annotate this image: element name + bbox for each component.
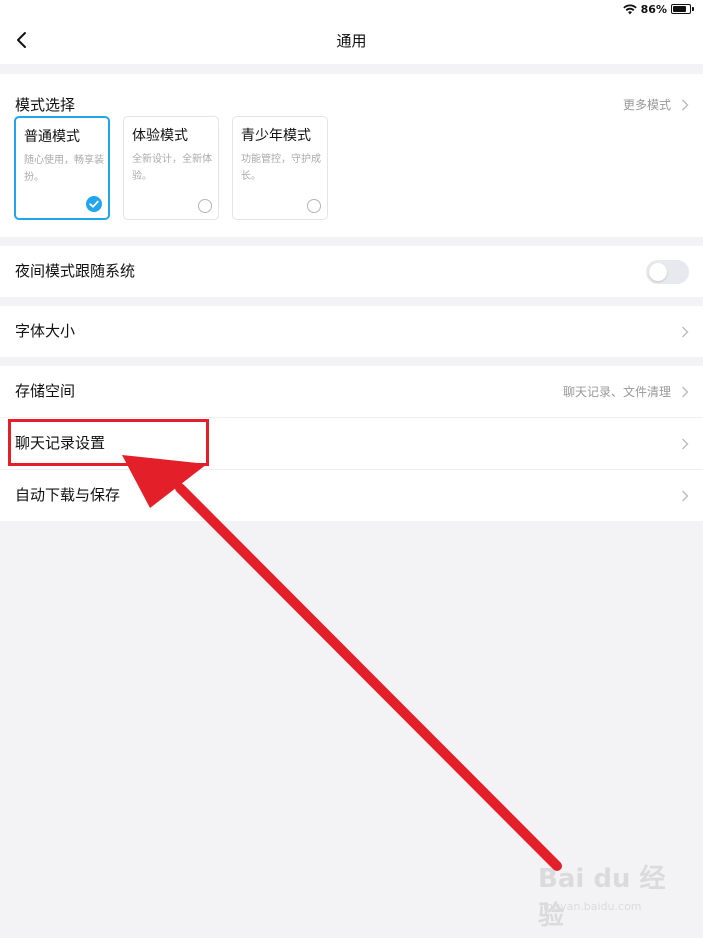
storage-value: 聊天记录、文件清理: [562, 385, 671, 399]
status-bar: 86%: [0, 0, 703, 18]
radio-checked-icon: [86, 196, 102, 212]
watermark-logo: Bai du 经验: [538, 864, 666, 931]
chevron-right-icon: [682, 386, 689, 397]
chevron-right-icon: [682, 99, 689, 110]
auto-download-row[interactable]: 自动下载与保存: [0, 470, 703, 521]
mode-card-normal[interactable]: 普通模式 随心使用，畅享装扮。: [14, 116, 110, 220]
nav-bar: 通用: [0, 18, 703, 64]
watermark-url: jingyan.baidu.com: [540, 900, 642, 913]
mode-name: 普通模式: [24, 129, 80, 145]
page-title: 通用: [336, 32, 367, 50]
mode-card-experience[interactable]: 体验模式 全新设计，全新体验。: [123, 116, 219, 220]
annotation-highlight-box: [8, 419, 209, 466]
radio-unchecked-icon: [307, 199, 321, 213]
mode-card-teen[interactable]: 青少年模式 功能管控，守护成长。: [232, 116, 328, 220]
font-size-row[interactable]: 字体大小: [0, 306, 703, 357]
mode-desc: 全新设计，全新体验。: [132, 154, 212, 182]
chevron-right-icon: [682, 326, 689, 337]
wifi-icon: [622, 3, 637, 14]
battery-percent: 86%: [640, 2, 667, 16]
night-mode-toggle[interactable]: [646, 260, 689, 284]
chat-history-right: [681, 418, 689, 469]
battery-fill: [673, 6, 686, 12]
more-modes-label: 更多模式: [622, 98, 671, 112]
more-modes-link[interactable]: 更多模式: [623, 96, 689, 113]
storage-row[interactable]: 存储空间 聊天记录、文件清理: [0, 366, 703, 417]
watermark: Bai du 经验 jingyan.baidu.com: [538, 858, 678, 931]
font-size-label: 字体大小: [15, 322, 76, 340]
auto-download-label: 自动下载与保存: [15, 486, 121, 504]
storage-right: 聊天记录、文件清理: [563, 366, 689, 417]
battery-icon: [671, 4, 694, 14]
chevron-right-icon: [682, 438, 689, 449]
mode-name: 青少年模式: [241, 128, 311, 144]
mode-section-title: 模式选择: [15, 96, 76, 114]
mode-desc: 随心使用，畅享装扮。: [24, 155, 104, 183]
night-mode-row: 夜间模式跟随系统: [0, 246, 703, 297]
mode-name: 体验模式: [132, 128, 188, 144]
annotation-arrow-shaft: [175, 483, 562, 871]
storage-label: 存储空间: [15, 382, 76, 400]
mode-desc: 功能管控，守护成长。: [241, 154, 321, 182]
radio-unchecked-icon: [198, 199, 212, 213]
font-size-right: [681, 306, 689, 357]
toggle-knob: [649, 263, 667, 281]
chevron-right-icon: [682, 490, 689, 501]
auto-download-right: [681, 470, 689, 521]
night-mode-label: 夜间模式跟随系统: [15, 262, 136, 280]
status-right: 86%: [622, 2, 694, 16]
